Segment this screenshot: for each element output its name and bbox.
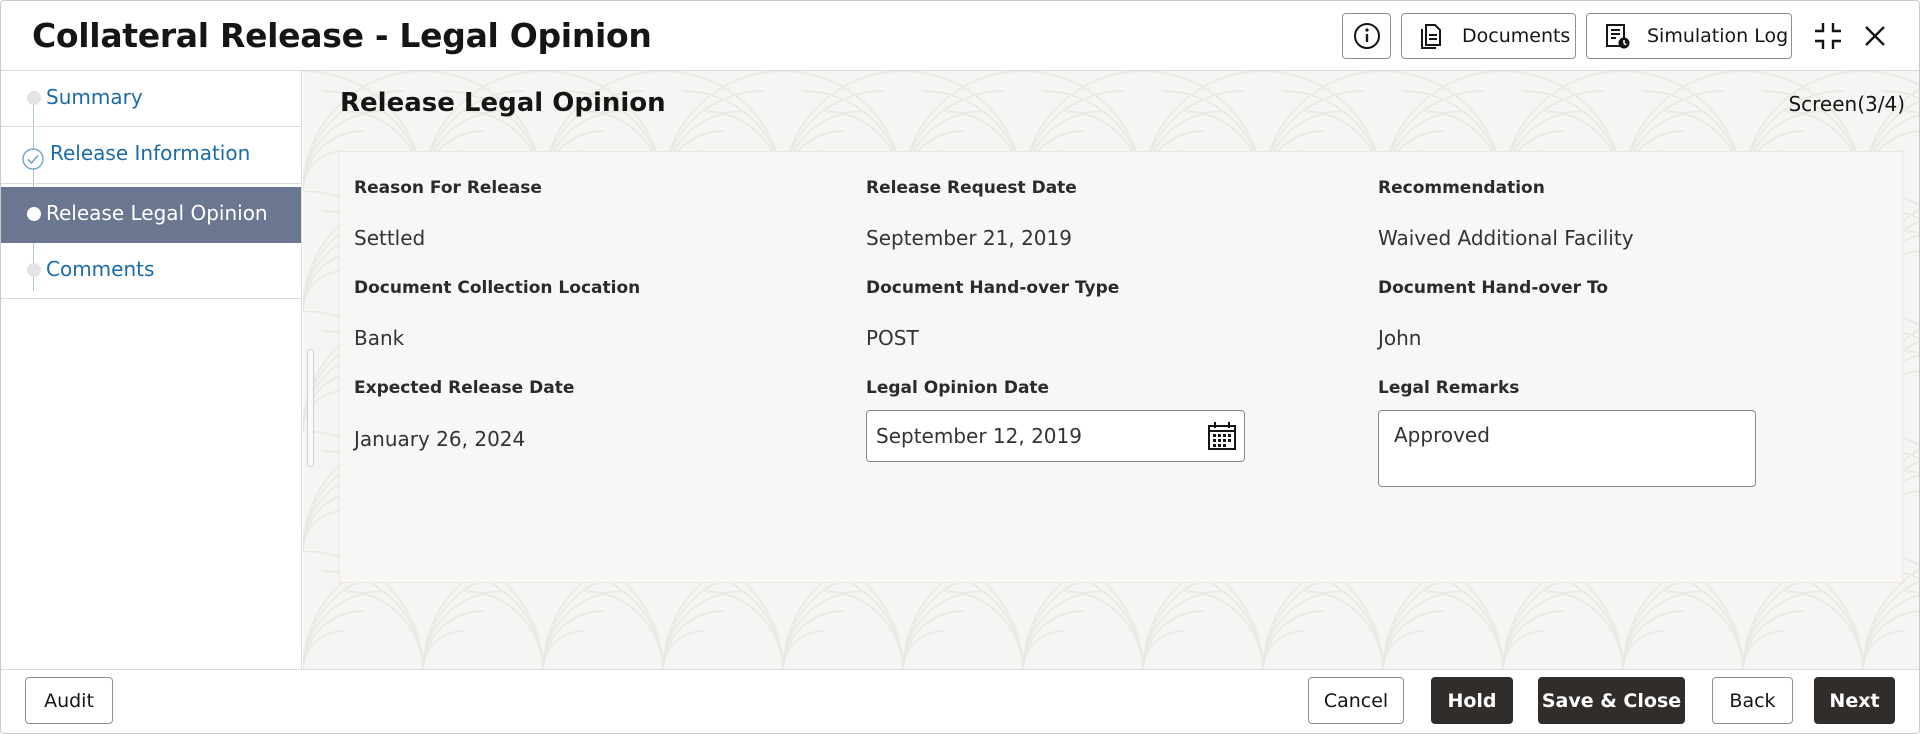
simulation-log-icon [1603,22,1631,50]
step-dot-icon [27,91,41,105]
field-label: Legal Opinion Date [866,378,1050,398]
nav-item-label: Release Legal Opinion [46,201,268,225]
documents-button[interactable]: Documents [1401,13,1576,59]
document-icon [1418,22,1446,50]
cancel-button[interactable]: Cancel [1308,677,1404,724]
nav-item-release-legal-opinion[interactable]: Release Legal Opinion [1,187,301,243]
main-content: Release Legal Opinion Screen(3/4) [303,71,1919,669]
step-navigation: Summary Release Information Release Lega… [1,71,302,669]
field-label: Release Request Date [866,178,1077,198]
nav-item-comments[interactable]: Comments [1,243,301,299]
save-close-button[interactable]: Save & Close [1538,677,1685,724]
field-value: Waived Additional Facility [1378,226,1634,250]
calendar-icon[interactable] [1206,420,1238,452]
simulation-log-label: Simulation Log [1647,25,1789,47]
field-label: Reason For Release [354,178,542,198]
field-expected-release-date: Expected Release Date January 26, 2024 [354,378,575,451]
date-input-value: September 12, 2019 [876,424,1082,448]
info-button[interactable] [1342,13,1391,59]
field-legal-remarks: Legal Remarks [1378,378,1519,398]
step-dot-icon [27,263,41,277]
field-value: January 26, 2024 [354,427,526,451]
field-label: Document Hand-over Type [866,278,1120,298]
sidebar-resize-handle[interactable] [307,349,314,467]
minimize-icon[interactable] [1811,19,1845,53]
nav-item-label: Comments [46,257,155,281]
field-label: Legal Remarks [1378,378,1520,398]
field-release-request-date: Release Request Date September 21, 2019 [866,178,1077,250]
step-dot-icon [27,207,41,221]
remarks-value: Approved [1394,423,1490,447]
field-recommendation: Recommendation Waived Additional Facilit… [1378,178,1634,250]
legal-remarks-textarea[interactable]: Approved [1378,410,1756,487]
nav-item-label: Release Information [50,141,251,165]
field-value: Settled [354,226,426,250]
field-document-handover-to: Document Hand-over To John [1378,278,1608,350]
info-icon [1353,22,1381,50]
hold-button[interactable]: Hold [1431,677,1513,724]
legal-opinion-date-input[interactable]: September 12, 2019 [866,410,1245,462]
field-label: Document Hand-over To [1378,278,1608,298]
check-circle-icon [22,148,44,174]
field-value: Bank [354,326,405,350]
page-title: Collateral Release - Legal Opinion [32,16,652,55]
field-legal-opinion-date: Legal Opinion Date [866,378,1049,398]
field-label: Expected Release Date [354,378,575,398]
field-label: Document Collection Location [354,278,641,298]
close-icon[interactable] [1858,19,1892,53]
field-value: September 21, 2019 [866,226,1072,250]
documents-label: Documents [1462,25,1571,47]
field-value: John [1378,326,1422,350]
audit-button[interactable]: Audit [25,677,113,724]
next-button[interactable]: Next [1814,677,1895,724]
field-document-collection-location: Document Collection Location Bank [354,278,641,350]
field-label: Recommendation [1378,178,1545,198]
nav-item-release-information[interactable]: Release Information [1,128,301,184]
app-window: Collateral Release - Legal Opinion Docum… [0,0,1920,734]
field-reason-for-release: Reason For Release Settled [354,178,542,250]
form-panel [339,151,1903,583]
screen-counter: Screen(3/4) [1788,92,1905,116]
simulation-log-button[interactable]: Simulation Log [1586,13,1792,59]
page-header: Collateral Release - Legal Opinion Docum… [1,1,1919,71]
field-document-handover-type: Document Hand-over Type POST [866,278,1120,350]
nav-item-summary[interactable]: Summary [1,71,301,127]
action-footer: Audit Cancel Hold Save & Close Back Next [1,669,1919,733]
nav-item-label: Summary [46,85,143,109]
field-value: POST [866,326,919,350]
section-title: Release Legal Opinion [340,88,666,118]
back-button[interactable]: Back [1712,677,1793,724]
